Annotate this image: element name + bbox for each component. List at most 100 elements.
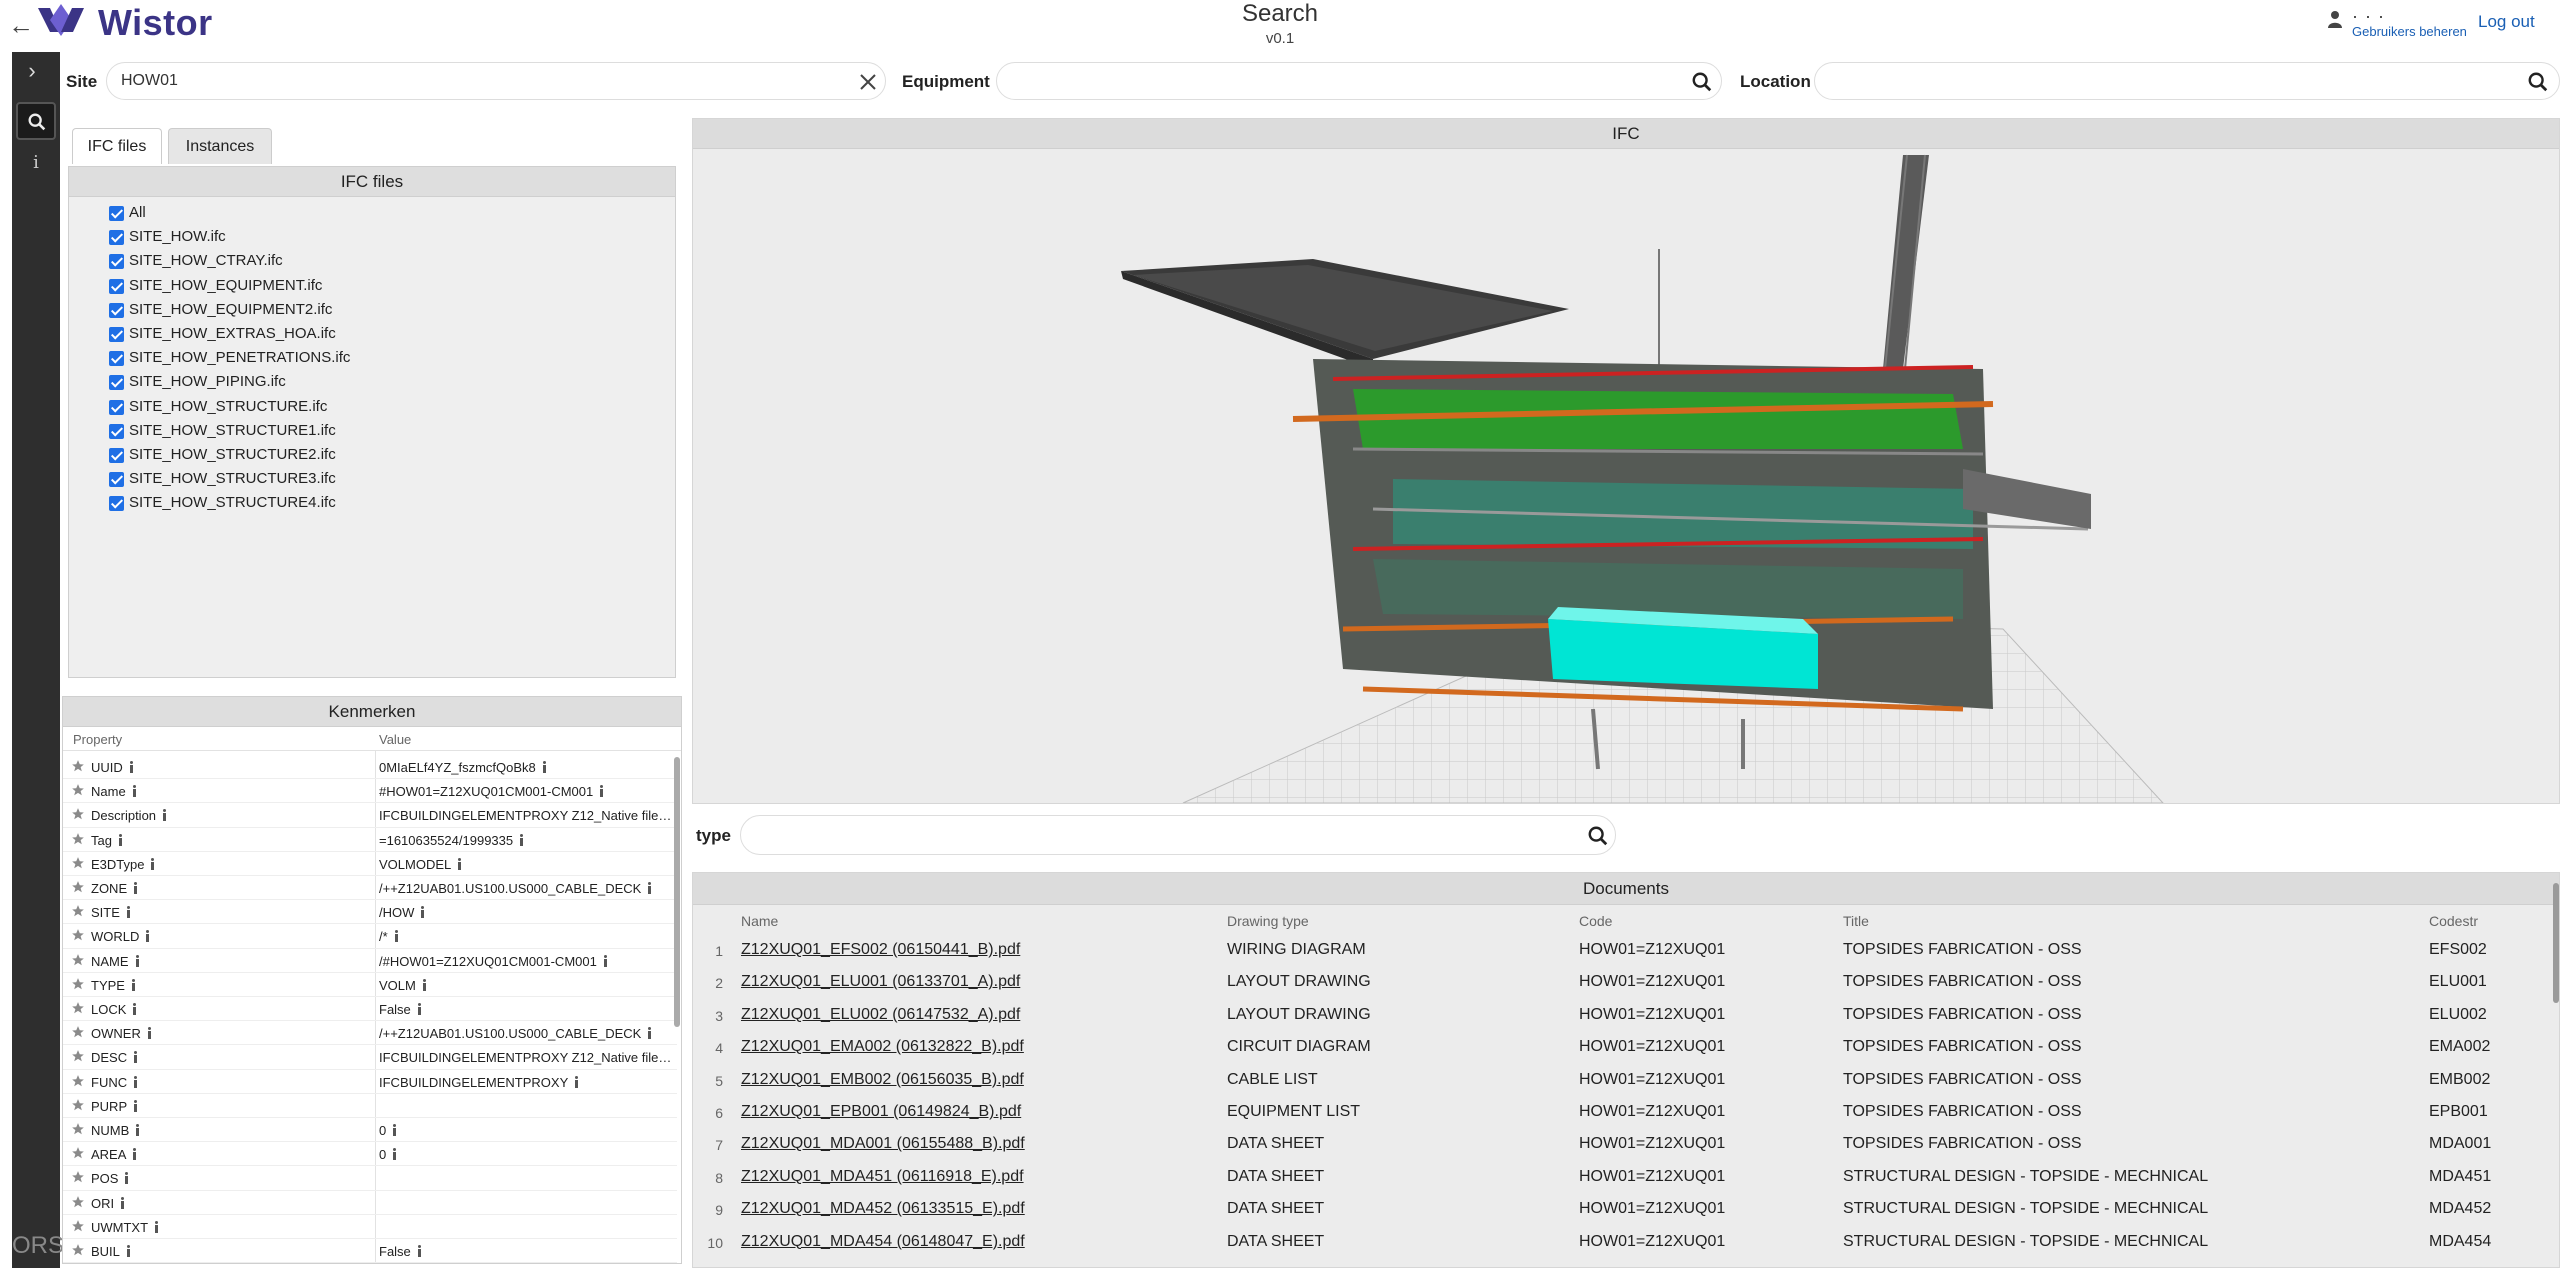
- info-icon[interactable]: [131, 1148, 139, 1161]
- info-icon[interactable]: [134, 954, 142, 967]
- search-icon[interactable]: [2527, 71, 2549, 93]
- info-icon[interactable]: [416, 1003, 424, 1015]
- info-icon[interactable]: [149, 857, 157, 870]
- star-icon[interactable]: [71, 759, 85, 773]
- info-icon[interactable]: [144, 930, 152, 943]
- star-icon[interactable]: [71, 1122, 85, 1136]
- checkbox[interactable]: [109, 278, 124, 294]
- star-icon[interactable]: [71, 928, 85, 942]
- star-icon[interactable]: [71, 1001, 85, 1015]
- document-link[interactable]: Z12XUQ01_EMA002 (06132822_B).pdf: [741, 1038, 1024, 1056]
- info-icon[interactable]: [131, 785, 139, 798]
- type-input[interactable]: [740, 815, 1616, 855]
- rail-search-button[interactable]: [16, 102, 56, 140]
- info-icon[interactable]: [132, 882, 140, 894]
- checkbox[interactable]: [109, 423, 124, 439]
- document-row[interactable]: 10 Z12XUQ01_MDA454 (06148047_E).pdf DATA S…: [693, 1227, 2559, 1259]
- star-icon[interactable]: [71, 783, 85, 797]
- document-link[interactable]: Z12XUQ01_ELU001 (06133701_A).pdf: [741, 973, 1020, 991]
- info-icon[interactable]: [602, 954, 610, 967]
- info-icon[interactable]: [130, 978, 138, 991]
- document-link[interactable]: Z12XUQ01_MDA452 (06133515_E).pdf: [741, 1200, 1025, 1218]
- star-icon[interactable]: [71, 1025, 85, 1039]
- equipment-input[interactable]: [996, 62, 1722, 100]
- star-icon[interactable]: [71, 1074, 85, 1088]
- column-header-title[interactable]: Title: [1843, 913, 1869, 929]
- checkbox[interactable]: [109, 254, 124, 270]
- star-icon[interactable]: [71, 807, 85, 821]
- info-icon[interactable]: [161, 809, 169, 822]
- info-icon[interactable]: [131, 1003, 139, 1015]
- info-icon[interactable]: [146, 1027, 154, 1040]
- tab-ifc-files[interactable]: IFC files: [72, 128, 162, 164]
- ifc-3d-model-canvas[interactable]: [693, 149, 2559, 803]
- star-icon[interactable]: [71, 832, 85, 846]
- chevron-right-icon[interactable]: ›: [14, 58, 50, 86]
- checkbox[interactable]: [109, 472, 124, 488]
- star-icon[interactable]: [71, 1243, 85, 1257]
- info-icon[interactable]: [416, 1245, 424, 1257]
- star-icon[interactable]: [71, 977, 85, 991]
- checkbox[interactable]: [109, 399, 124, 415]
- star-icon[interactable]: [71, 856, 85, 870]
- info-icon[interactable]: [391, 1124, 399, 1136]
- info-icon[interactable]: [128, 761, 136, 773]
- documents-scrollbar[interactable]: [2553, 883, 2559, 1003]
- column-header-name[interactable]: Name: [741, 913, 778, 929]
- info-icon[interactable]: [541, 761, 549, 773]
- info-icon[interactable]: [456, 857, 464, 870]
- document-row[interactable]: 8 Z12XUQ01_MDA451 (06116918_E).pdf DATA SH…: [693, 1162, 2559, 1194]
- checkbox[interactable]: [109, 375, 124, 391]
- column-header-drawing-type[interactable]: Drawing type: [1227, 913, 1309, 929]
- info-icon[interactable]: i: [16, 152, 56, 186]
- info-icon[interactable]: [125, 906, 133, 919]
- info-icon[interactable]: [419, 906, 427, 919]
- info-icon[interactable]: [598, 785, 606, 798]
- column-header-code[interactable]: Code: [1579, 913, 1612, 929]
- info-icon[interactable]: [646, 882, 654, 894]
- search-icon[interactable]: [1691, 71, 1713, 93]
- info-icon[interactable]: [134, 1124, 142, 1136]
- properties-scrollbar[interactable]: [674, 757, 680, 1027]
- document-row[interactable]: 5 Z12XUQ01_EMB002 (06156035_B).pdf CABLE L…: [693, 1065, 2559, 1097]
- star-icon[interactable]: [71, 880, 85, 894]
- logout-link[interactable]: Log out: [2478, 12, 2535, 32]
- checkbox[interactable]: [109, 230, 124, 246]
- user-menu[interactable]: · · · Gebruikers beheren: [2328, 6, 2467, 44]
- manage-users-link[interactable]: Gebruikers beheren: [2352, 24, 2467, 39]
- info-icon[interactable]: [125, 1245, 133, 1257]
- document-row[interactable]: 4 Z12XUQ01_EMA002 (06132822_B).pdf CIRCUIT…: [693, 1032, 2559, 1064]
- checkbox[interactable]: [109, 448, 124, 463]
- info-icon[interactable]: [153, 1220, 161, 1233]
- info-icon[interactable]: [123, 1172, 131, 1185]
- star-icon[interactable]: [71, 1219, 85, 1233]
- clear-icon[interactable]: [857, 71, 879, 93]
- document-link[interactable]: Z12XUQ01_ELU002 (06147532_A).pdf: [741, 1006, 1020, 1024]
- document-row[interactable]: 3 Z12XUQ01_ELU002 (06147532_A).pdf LAYOUT …: [693, 1000, 2559, 1032]
- column-header-codestr[interactable]: Codestr: [2429, 913, 2478, 929]
- checkbox[interactable]: [109, 496, 124, 512]
- star-icon[interactable]: [71, 1195, 85, 1209]
- checkbox[interactable]: [109, 206, 124, 221]
- info-icon[interactable]: [119, 1196, 127, 1209]
- checkbox[interactable]: [109, 351, 124, 367]
- document-link[interactable]: Z12XUQ01_EFS002 (06150441_B).pdf: [741, 941, 1020, 959]
- star-icon[interactable]: [71, 904, 85, 918]
- checkbox[interactable]: [109, 327, 124, 342]
- checkbox[interactable]: [109, 302, 124, 318]
- document-row[interactable]: 1 Z12XUQ01_EFS002 (06150441_B).pdf WIRING …: [693, 935, 2559, 967]
- star-icon[interactable]: [71, 953, 85, 967]
- info-icon[interactable]: [393, 930, 401, 943]
- document-link[interactable]: Z12XUQ01_EMB002 (06156035_B).pdf: [741, 1071, 1024, 1089]
- star-icon[interactable]: [71, 1098, 85, 1112]
- star-icon[interactable]: [71, 1049, 85, 1063]
- document-link[interactable]: Z12XUQ01_MDA451 (06116918_E).pdf: [741, 1168, 1024, 1186]
- info-icon[interactable]: [132, 1099, 140, 1112]
- search-icon[interactable]: [1587, 825, 1609, 847]
- info-icon[interactable]: [117, 833, 125, 846]
- info-icon[interactable]: [132, 1051, 140, 1064]
- document-row[interactable]: 6 Z12XUQ01_EPB001 (06149824_B).pdf EQUIPME…: [693, 1097, 2559, 1129]
- document-link[interactable]: Z12XUQ01_MDA454 (06148047_E).pdf: [741, 1233, 1025, 1251]
- location-input[interactable]: [1814, 62, 2560, 100]
- document-row[interactable]: 9 Z12XUQ01_MDA452 (06133515_E).pdf DATA SH…: [693, 1194, 2559, 1226]
